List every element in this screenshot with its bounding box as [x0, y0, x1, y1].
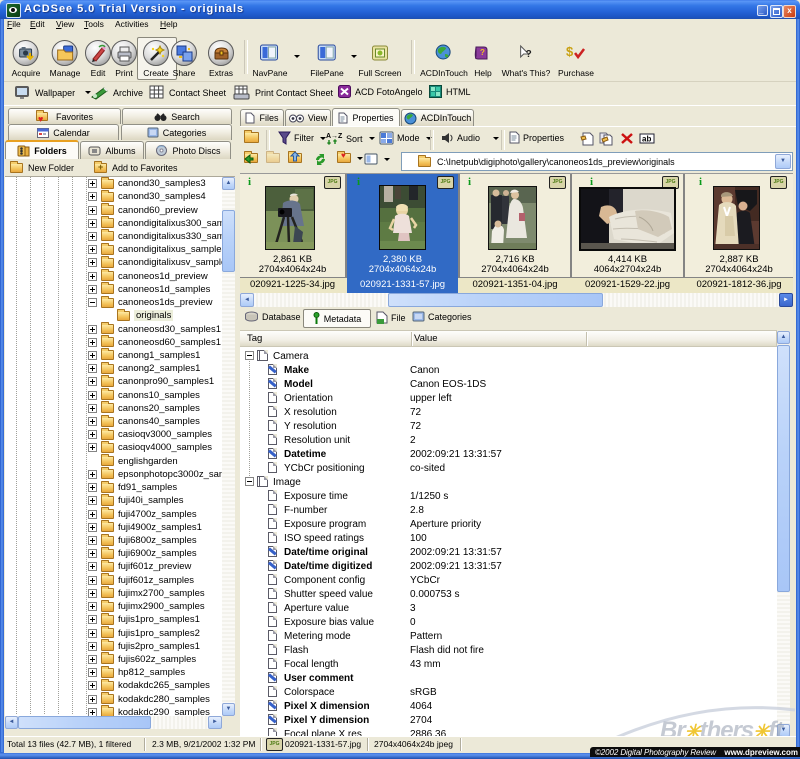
svg-text:$: $	[566, 44, 574, 59]
svg-text:ab: ab	[642, 135, 651, 144]
svg-text:?: ?	[526, 49, 532, 60]
svg-text:A→Z: A→Z	[326, 133, 343, 140]
svg-text:?: ?	[480, 48, 485, 57]
